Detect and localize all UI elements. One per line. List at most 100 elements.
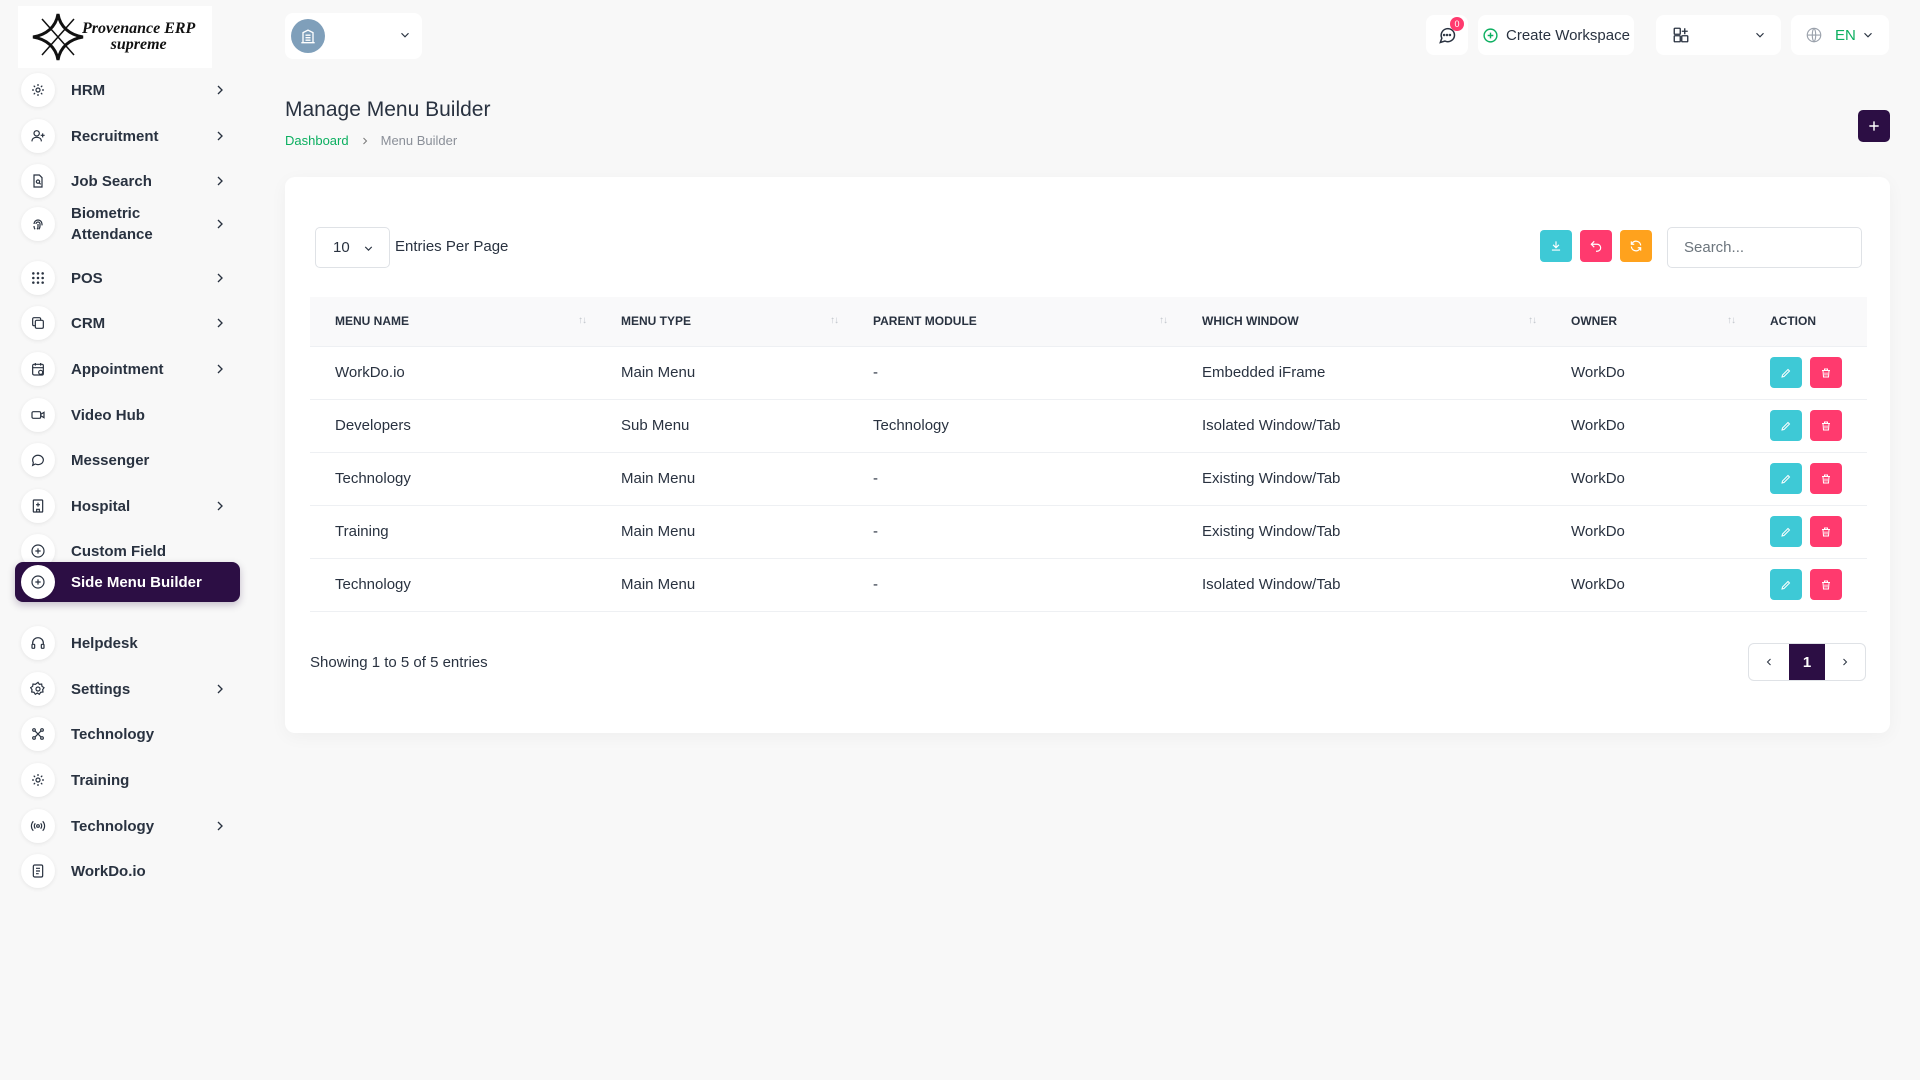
network-icon	[21, 717, 55, 751]
chevron-down-icon	[1753, 28, 1767, 42]
sidebar-item-biometric-attendance[interactable]: Biometric Attendance	[15, 195, 240, 253]
table-cell: Embedded iFrame	[1202, 364, 1326, 381]
table-row: WorkDo.io Main Menu - Embedded iFrame WorkDo	[310, 346, 1867, 399]
delete-button[interactable]	[1810, 357, 1842, 388]
sidebar-item-label: Hospital	[71, 497, 131, 515]
chevron-right-icon	[212, 128, 228, 144]
table-cell: -	[873, 364, 878, 381]
gear-icon	[21, 672, 55, 706]
delete-button[interactable]	[1810, 463, 1842, 494]
edit-button[interactable]	[1770, 357, 1802, 388]
reset-button[interactable]	[1580, 230, 1612, 262]
table-cell: WorkDo.io	[335, 364, 405, 381]
delete-button[interactable]	[1810, 410, 1842, 441]
message-icon	[21, 443, 55, 477]
app-logo[interactable]: Provenance ERP supreme	[18, 6, 212, 68]
column-header-menu-type[interactable]: MENU TYPE ↑↓	[596, 297, 848, 346]
table-row: Developers Sub Menu Technology Isolated Win…	[310, 399, 1867, 452]
table-cell: Main Menu	[621, 364, 696, 381]
sidebar-item-video-hub[interactable]: Video Hub	[15, 391, 240, 439]
table-cell: Technology	[335, 470, 411, 487]
table-header-row: MENU NAME ↑↓ MENU TYPE ↑↓ PARENT MODULE ↑↓ …	[310, 297, 1867, 346]
sidebar-item-helpdesk[interactable]: Helpdesk	[15, 619, 240, 667]
chevron-right-icon	[212, 82, 228, 98]
reload-button[interactable]	[1620, 230, 1652, 262]
sidebar-item-messenger[interactable]: Messenger	[15, 436, 240, 484]
edit-button[interactable]	[1770, 410, 1802, 441]
trash-icon	[1822, 474, 1830, 483]
column-header-menu-name[interactable]: MENU NAME ↑↓	[310, 297, 596, 346]
table-cell: Technology	[335, 576, 411, 593]
edit-button[interactable]	[1770, 516, 1802, 547]
sidebar-item-side-menu-builder[interactable]: Side Menu Builder	[15, 562, 240, 602]
sidebar-item-technology[interactable]: Technology	[15, 802, 240, 850]
table-cell: WorkDo	[1571, 417, 1625, 434]
sidebar-item-label: Side Menu Builder	[71, 573, 202, 591]
download-icon	[1551, 241, 1561, 251]
sidebar-item-label: Biometric Attendance	[71, 205, 153, 243]
message-count-badge: 0	[1450, 17, 1464, 31]
sidebar-item-hrm[interactable]: HRM	[15, 66, 240, 114]
page-button-current[interactable]: 1	[1788, 644, 1826, 680]
sidebar-item-crm[interactable]: CRM	[15, 299, 240, 347]
chevron-right-icon	[212, 818, 228, 834]
sidebar-item-label: Messenger	[71, 451, 150, 469]
apps-menu-button[interactable]	[1656, 15, 1781, 55]
table-cell-actions	[1745, 399, 1867, 452]
sidebar-item-recruitment[interactable]: Recruitment	[15, 112, 240, 160]
sidebar-item-pos[interactable]: POS	[15, 254, 240, 302]
sidebar-item-label: Appointment	[71, 360, 164, 378]
trash-icon	[1822, 421, 1830, 430]
sidebar-item-technology[interactable]: Technology	[15, 710, 240, 758]
table-cell: Main Menu	[621, 470, 696, 487]
trash-icon	[1822, 368, 1830, 377]
menu-table: MENU NAME ↑↓ MENU TYPE ↑↓ PARENT MODULE ↑↓ …	[310, 297, 1867, 612]
column-header-parent-module[interactable]: PARENT MODULE ↑↓	[848, 297, 1177, 346]
export-button[interactable]	[1540, 230, 1572, 262]
table-cell-actions	[1745, 505, 1867, 558]
trash-icon	[1822, 527, 1830, 536]
delete-button[interactable]	[1810, 516, 1842, 547]
user-plus-icon	[21, 119, 55, 153]
sidebar-item-appointment[interactable]: Appointment	[15, 345, 240, 393]
sidebar-item-label: Video Hub	[71, 406, 145, 424]
table-cell-actions	[1745, 346, 1867, 399]
pagination: 1	[1748, 643, 1866, 681]
sidebar-item-workdo-io[interactable]: WorkDo.io	[15, 847, 240, 895]
sidebar-item-training[interactable]: Training	[15, 756, 240, 804]
table-row: Technology Main Menu - Isolated Window/Tab W…	[310, 558, 1867, 611]
sort-icon: ↑↓	[830, 315, 839, 326]
breadcrumb-dashboard-link[interactable]: Dashboard	[285, 133, 349, 148]
sidebar-item-hospital[interactable]: Hospital	[15, 482, 240, 530]
table-cell: WorkDo	[1571, 470, 1625, 487]
edit-button[interactable]	[1770, 463, 1802, 494]
sidebar-item-label: Technology	[71, 725, 155, 743]
sidebar-item-label: WorkDo.io	[71, 862, 146, 880]
search-input[interactable]	[1667, 227, 1862, 268]
hrm-icon	[21, 763, 55, 797]
create-workspace-button[interactable]: Create Workspace	[1478, 15, 1634, 55]
sidebar-item-label: Helpdesk	[71, 634, 138, 652]
next-page-button[interactable]	[1825, 644, 1865, 680]
previous-page-button[interactable]	[1749, 644, 1789, 680]
chevron-right-icon	[212, 270, 228, 286]
table-cell: -	[873, 576, 878, 593]
column-header-owner[interactable]: OWNER ↑↓	[1546, 297, 1745, 346]
language-select[interactable]: EN	[1791, 15, 1889, 55]
messages-button[interactable]: 0	[1426, 15, 1468, 55]
sidebar-item-label: CRM	[71, 314, 106, 332]
add-menu-button[interactable]	[1858, 110, 1890, 142]
trash-icon	[1822, 580, 1830, 589]
chevron-right-icon	[212, 498, 228, 514]
entries-per-page-select[interactable]: 10	[315, 227, 390, 268]
sidebar-item-label: Settings	[71, 680, 131, 698]
layers-icon	[21, 306, 55, 340]
sidebar-item-settings[interactable]: Settings	[15, 665, 240, 713]
sort-icon: ↑↓	[1727, 315, 1736, 326]
edit-button[interactable]	[1770, 569, 1802, 600]
hrm-icon	[21, 73, 55, 107]
breadcrumb: Dashboard Menu Builder	[285, 133, 457, 148]
delete-button[interactable]	[1810, 569, 1842, 600]
column-header-which-window[interactable]: WHICH WINDOW ↑↓	[1177, 297, 1546, 346]
workspace-select[interactable]	[285, 13, 422, 59]
